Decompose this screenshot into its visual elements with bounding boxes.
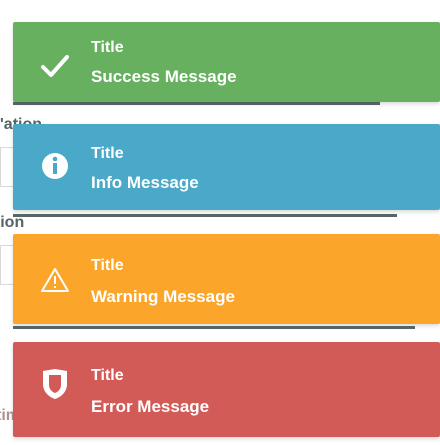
info-icon	[35, 146, 75, 186]
toast-message: Info Message	[91, 173, 199, 192]
success-toast[interactable]: Title Success Message	[13, 22, 440, 102]
toast-message: Error Message	[91, 397, 210, 416]
divider	[13, 326, 415, 329]
warning-toast[interactable]: Title Warning Message	[13, 234, 440, 324]
divider	[13, 102, 380, 105]
toast-title: Title	[91, 145, 124, 162]
error-toast[interactable]: Title Error Message	[13, 342, 440, 437]
check-icon	[35, 46, 75, 86]
toast-title: Title	[91, 367, 124, 384]
toast-message: Warning Message	[91, 287, 235, 306]
shield-icon	[35, 364, 75, 404]
info-toast[interactable]: Title Info Message	[13, 124, 440, 210]
toast-title: Title	[91, 257, 124, 274]
toast-title: Title	[91, 39, 124, 56]
warning-icon	[35, 260, 75, 300]
background-text-fragment: ation	[0, 214, 25, 231]
toast-message: Success Message	[91, 67, 237, 86]
divider	[13, 214, 397, 217]
